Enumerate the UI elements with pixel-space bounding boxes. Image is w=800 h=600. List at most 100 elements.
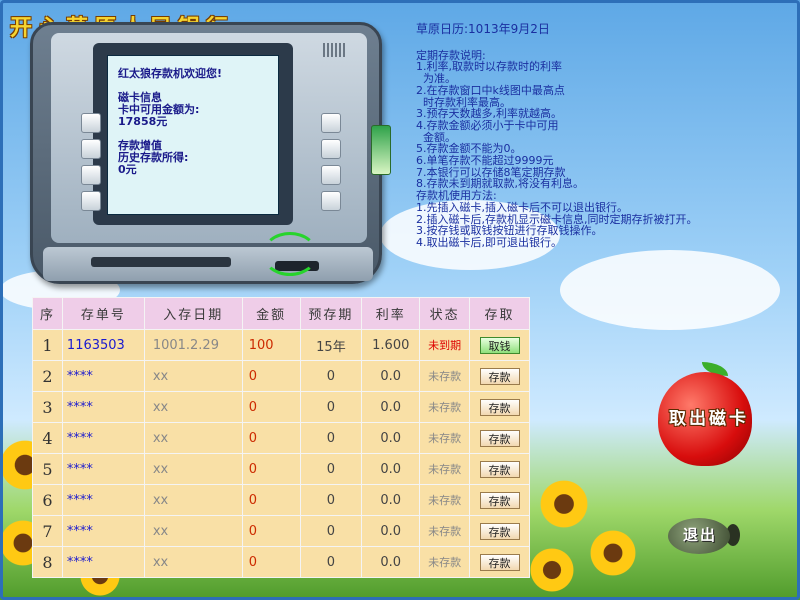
atm-side-button[interactable] (81, 165, 101, 185)
row-deposit-date: xx (143, 546, 243, 578)
atm-left-buttons (81, 113, 101, 211)
row-action-cell: 存款 (469, 453, 530, 485)
row-rate: 0.0 (361, 453, 421, 485)
row-term: 0 (299, 422, 363, 454)
table-row: 1 1163503 1001.2.29 100 15年 1.600 未到期 取钱 (32, 329, 530, 361)
card-balance-value: 17858元 (118, 115, 168, 128)
col-header-status: 状态 (419, 297, 471, 330)
row-rate: 0.0 (361, 360, 421, 392)
row-deposit-id: **** (61, 391, 145, 423)
row-amount: 0 (241, 546, 301, 578)
instruction-line: 1.先插入磁卡,插入磁卡后不可以退出银行。 (416, 200, 628, 214)
row-deposit-date: xx (143, 422, 243, 454)
deposit-button[interactable]: 存款 (479, 429, 520, 447)
deposit-button[interactable]: 存款 (479, 367, 520, 385)
instruction-line: 4.存款金额必须小于卡中可用 (416, 118, 559, 132)
row-rate: 1.600 (361, 329, 421, 361)
table-row: 3 **** xx 0 0 0.0 未存款 存款 (32, 391, 530, 423)
col-header-date: 入存日期 (143, 297, 243, 330)
eject-card-button[interactable]: 取出磁卡 (658, 362, 752, 466)
deposit-button[interactable]: 存款 (479, 398, 520, 416)
row-rate: 0.0 (361, 484, 421, 516)
row-deposit-id: **** (61, 515, 145, 547)
withdraw-button[interactable]: 取钱 (479, 336, 520, 354)
row-status: 未存款 (419, 484, 471, 516)
row-deposit-date: xx (143, 360, 243, 392)
row-action-cell: 取钱 (469, 329, 530, 361)
col-header-id: 存单号 (61, 297, 145, 330)
row-deposit-date: xx (143, 515, 243, 547)
row-status: 未存款 (419, 422, 471, 454)
row-amount: 100 (241, 329, 301, 361)
table-header-row: 序 存单号 入存日期 金额 预存期 利率 状态 存取 (32, 297, 530, 330)
green-ring (262, 232, 318, 276)
row-action-cell: 存款 (469, 484, 530, 516)
row-amount: 0 (241, 422, 301, 454)
table-row: 5 **** xx 0 0 0.0 未存款 存款 (32, 453, 530, 485)
row-deposit-id: **** (61, 422, 145, 454)
atm-side-button[interactable] (321, 165, 341, 185)
row-term: 0 (299, 484, 363, 516)
col-header-action: 存取 (469, 297, 530, 330)
row-status: 未存款 (419, 546, 471, 578)
atm-side-button[interactable] (321, 113, 341, 133)
atm-side-button[interactable] (81, 191, 101, 211)
row-deposit-date: 1001.2.29 (143, 329, 243, 361)
deposit-button[interactable]: 存款 (479, 460, 520, 478)
row-rate: 0.0 (361, 546, 421, 578)
row-seq: 7 (32, 515, 63, 547)
exit-button[interactable]: 退出 (668, 516, 740, 556)
row-deposit-date: xx (143, 484, 243, 516)
row-action-cell: 存款 (469, 422, 530, 454)
calendar-date: 草原日历:1013年9月2日 (416, 22, 550, 36)
atm-base (43, 247, 373, 281)
row-status: 未存款 (419, 453, 471, 485)
deposit-button[interactable]: 存款 (479, 553, 520, 571)
row-amount: 0 (241, 515, 301, 547)
col-header-seq: 序 (32, 297, 63, 330)
instruction-line: 4.取出磁卡后,即可退出银行。 (416, 235, 562, 249)
deposit-button[interactable]: 存款 (479, 522, 520, 540)
row-seq: 2 (32, 360, 63, 392)
row-action-cell: 存款 (469, 360, 530, 392)
row-deposit-id: 1163503 (61, 329, 145, 361)
row-seq: 6 (32, 484, 63, 516)
instruction-line: 1.利率,取款时以存款时的利率 (416, 60, 562, 74)
card-slot[interactable] (91, 257, 231, 267)
row-action-cell: 存款 (469, 515, 530, 547)
atm-side-button[interactable] (321, 191, 341, 211)
row-term: 0 (299, 546, 363, 578)
card-sticker (371, 125, 391, 175)
row-deposit-id: **** (61, 484, 145, 516)
exit-label: 退出 (682, 526, 717, 544)
col-header-term: 预存期 (299, 297, 363, 330)
speaker-grill (323, 43, 345, 57)
row-deposit-date: xx (143, 453, 243, 485)
atm-side-button[interactable] (81, 113, 101, 133)
atm-side-button[interactable] (321, 139, 341, 159)
deposit-table-body: 1 1163503 1001.2.29 100 15年 1.600 未到期 取钱 2 **** xx… (32, 329, 530, 578)
deposit-table: 序 存单号 入存日期 金额 预存期 利率 状态 存取 1 1163503 1001.… (32, 297, 530, 578)
table-row: 4 **** xx 0 0 0.0 未存款 存款 (32, 422, 530, 454)
deposit-button[interactable]: 存款 (479, 491, 520, 509)
row-seq: 1 (32, 329, 63, 361)
instruction-line: 2.在存款窗口中k线图中最高点 (416, 83, 565, 97)
cloud-decoration (560, 250, 780, 330)
row-status: 未存款 (419, 515, 471, 547)
row-seq: 4 (32, 422, 63, 454)
row-term: 15年 (299, 329, 363, 361)
atm-right-buttons (321, 113, 341, 211)
table-row: 6 **** xx 0 0 0.0 未存款 存款 (32, 484, 530, 516)
row-rate: 0.0 (361, 515, 421, 547)
instruction-lines: 1.利率,取款时以存款时的利率 为准。 2.在存款窗口中k线图中最高点 时存款利率… (416, 61, 788, 248)
col-header-amount: 金额 (241, 297, 301, 330)
atm-machine: 红太狼存款机欢迎您! 磁卡信息 卡中可用金额为: 17858元 存款增值 历史存… (30, 22, 391, 284)
row-rate: 0.0 (361, 422, 421, 454)
atm-side-button[interactable] (81, 139, 101, 159)
sunflower-decoration (530, 548, 574, 592)
row-status: 未到期 (419, 329, 471, 361)
table-row: 8 **** xx 0 0 0.0 未存款 存款 (32, 546, 530, 578)
row-deposit-date: xx (143, 391, 243, 423)
table-row: 7 **** xx 0 0 0.0 未存款 存款 (32, 515, 530, 547)
row-deposit-id: **** (61, 546, 145, 578)
